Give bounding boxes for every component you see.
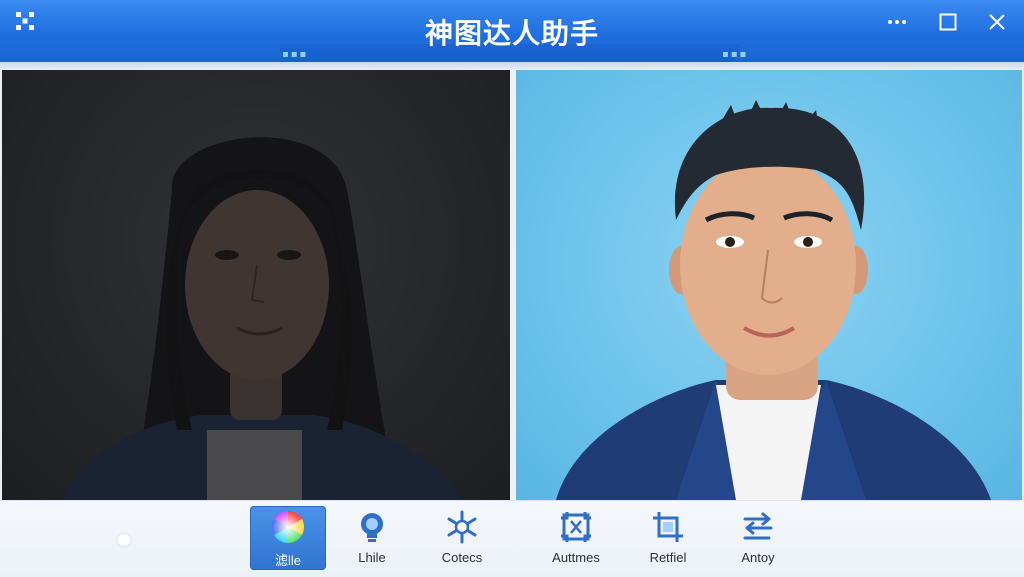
maximize-button[interactable] <box>931 8 965 36</box>
indicator-dot <box>118 534 130 546</box>
tool-retouch[interactable]: Retfiel <box>630 506 706 570</box>
tool-auto[interactable]: Auttmes <box>538 506 614 570</box>
tool-light[interactable]: Lhile <box>334 506 410 570</box>
bulb-icon <box>361 513 383 542</box>
maximize-icon <box>939 13 957 31</box>
tool-label: Cotecs <box>441 550 483 565</box>
before-image-panel[interactable] <box>2 70 510 500</box>
tool-label: Auttmes <box>552 550 600 565</box>
more-button[interactable] <box>880 8 914 36</box>
crop-icon <box>653 512 683 542</box>
after-image-panel[interactable] <box>516 70 1022 500</box>
tool-label: Retfiel <box>649 550 687 565</box>
tool-colors[interactable]: Cotecs <box>424 506 500 570</box>
more-icon <box>888 20 906 24</box>
window-title: 神图达人助手 <box>424 17 599 50</box>
portrait-after-image <box>556 100 991 500</box>
close-icon <box>989 14 1005 30</box>
tool-label: 滤lle <box>274 553 301 568</box>
tool-label: Lhile <box>358 550 386 565</box>
close-button[interactable] <box>980 8 1014 36</box>
crop-frame-icon <box>561 512 591 542</box>
tool-label: Antoy <box>741 550 775 565</box>
tool-color-filter[interactable]: 滤lle <box>250 506 326 570</box>
swap-arrows-icon <box>743 512 773 540</box>
tool-adjust[interactable]: Antoy <box>720 506 796 570</box>
color-wheel-icon <box>271 510 305 544</box>
snowflake-icon <box>447 510 477 544</box>
portrait-before-image <box>62 137 462 500</box>
bottom-toolbar <box>0 500 1024 577</box>
